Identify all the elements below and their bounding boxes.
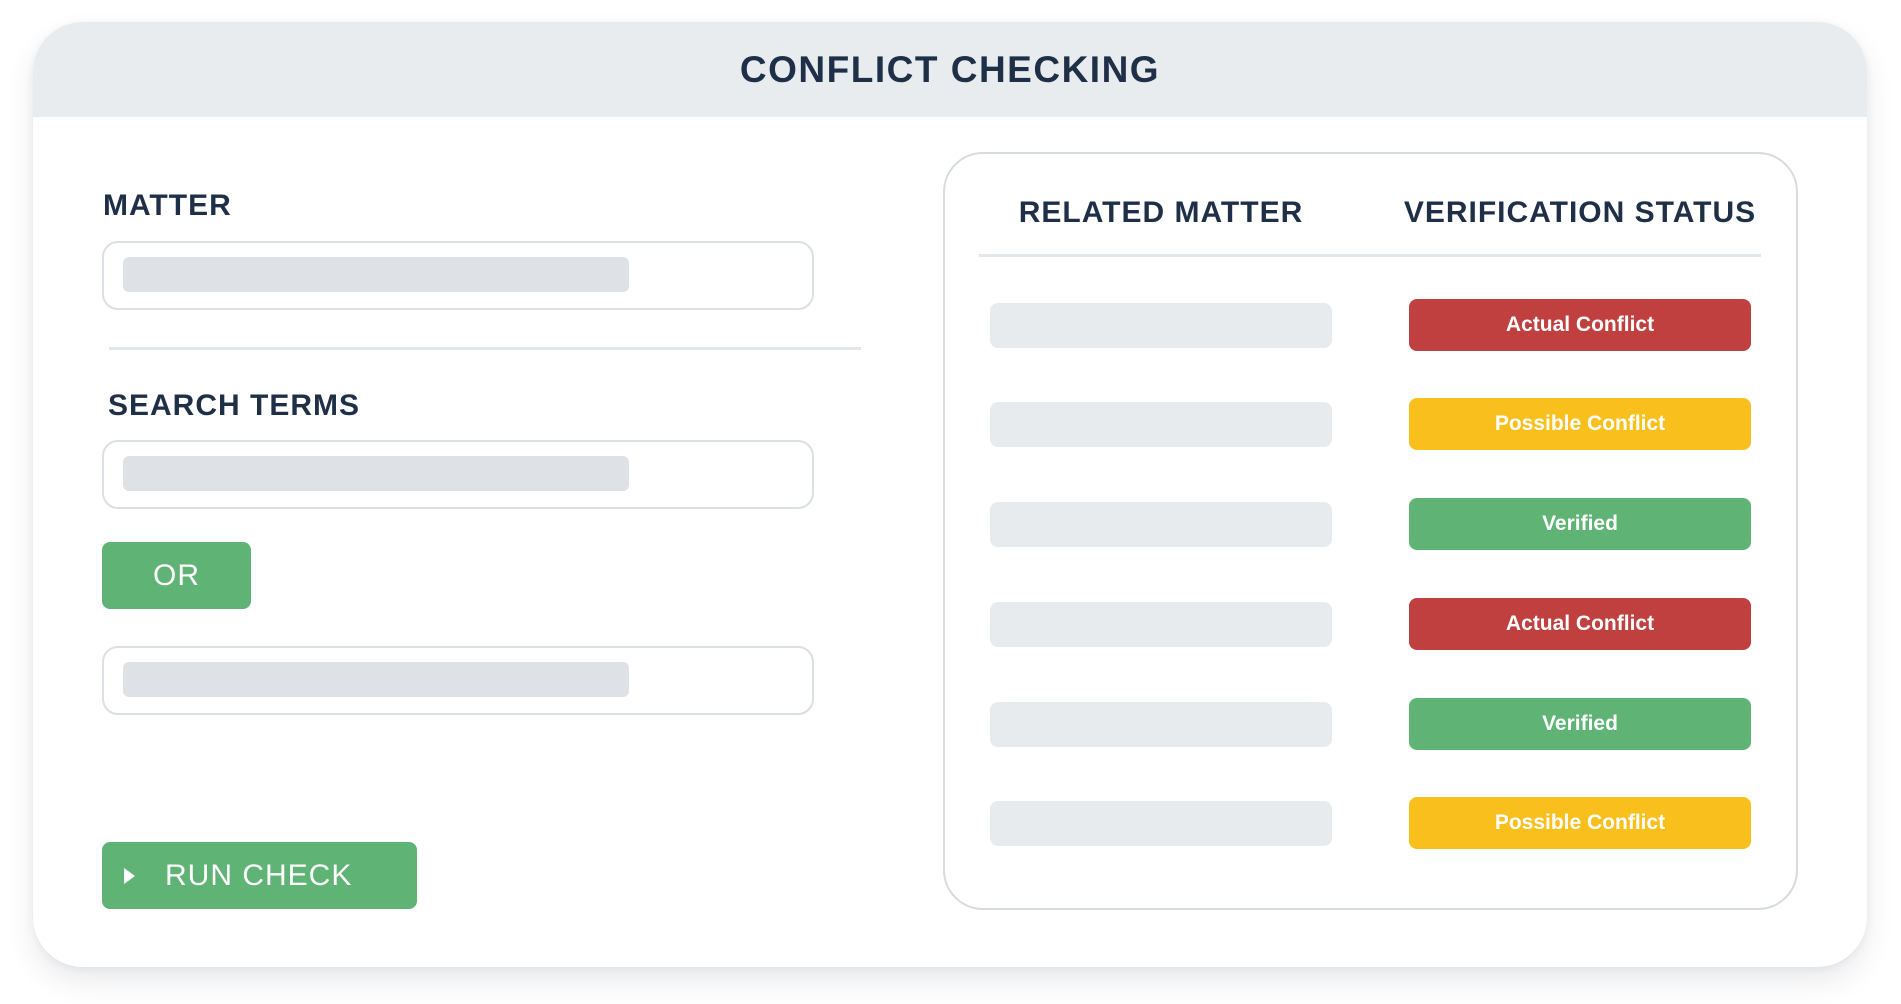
run-check-label: RUN CHECK: [165, 858, 353, 892]
column-header-verification-status: VERIFICATION STATUS: [1403, 196, 1757, 229]
search-term-2-placeholder-bar: [123, 662, 629, 697]
matter-input[interactable]: [102, 241, 814, 310]
column-header-related-matter: RELATED MATTER: [1018, 196, 1304, 229]
conflict-checking-card: CONFLICT CHECKING MATTER SEARCH TERMS OR…: [33, 22, 1867, 967]
page-title: CONFLICT CHECKING: [739, 48, 1161, 90]
related-matter-placeholder-bar: [990, 502, 1332, 547]
table-header-divider: [979, 254, 1761, 257]
status-badge-possible: Possible Conflict: [1409, 797, 1751, 849]
search-term-input-1[interactable]: [102, 440, 814, 509]
status-badge-actual: Actual Conflict: [1409, 598, 1751, 650]
matter-label: MATTER: [103, 189, 232, 222]
status-badge-actual: Actual Conflict: [1409, 299, 1751, 351]
search-term-1-placeholder-bar: [123, 456, 629, 491]
status-badge-verified: Verified: [1409, 498, 1751, 550]
card-header: CONFLICT CHECKING: [33, 22, 1867, 117]
status-badge-possible: Possible Conflict: [1409, 398, 1751, 450]
search-terms-label: SEARCH TERMS: [108, 389, 361, 422]
related-matter-placeholder-bar: [990, 801, 1332, 846]
or-button[interactable]: OR: [102, 542, 251, 609]
or-button-label: OR: [153, 558, 200, 592]
related-matter-placeholder-bar: [990, 303, 1332, 348]
results-panel: RELATED MATTER VERIFICATION STATUS Actua…: [943, 152, 1798, 910]
section-divider: [109, 347, 861, 350]
matter-input-placeholder-bar: [123, 257, 629, 292]
play-icon: [124, 867, 135, 884]
related-matter-placeholder-bar: [990, 402, 1332, 447]
related-matter-placeholder-bar: [990, 602, 1332, 647]
status-badge-verified: Verified: [1409, 698, 1751, 750]
related-matter-placeholder-bar: [990, 702, 1332, 747]
run-check-button[interactable]: RUN CHECK: [102, 842, 417, 909]
search-term-input-2[interactable]: [102, 646, 814, 715]
